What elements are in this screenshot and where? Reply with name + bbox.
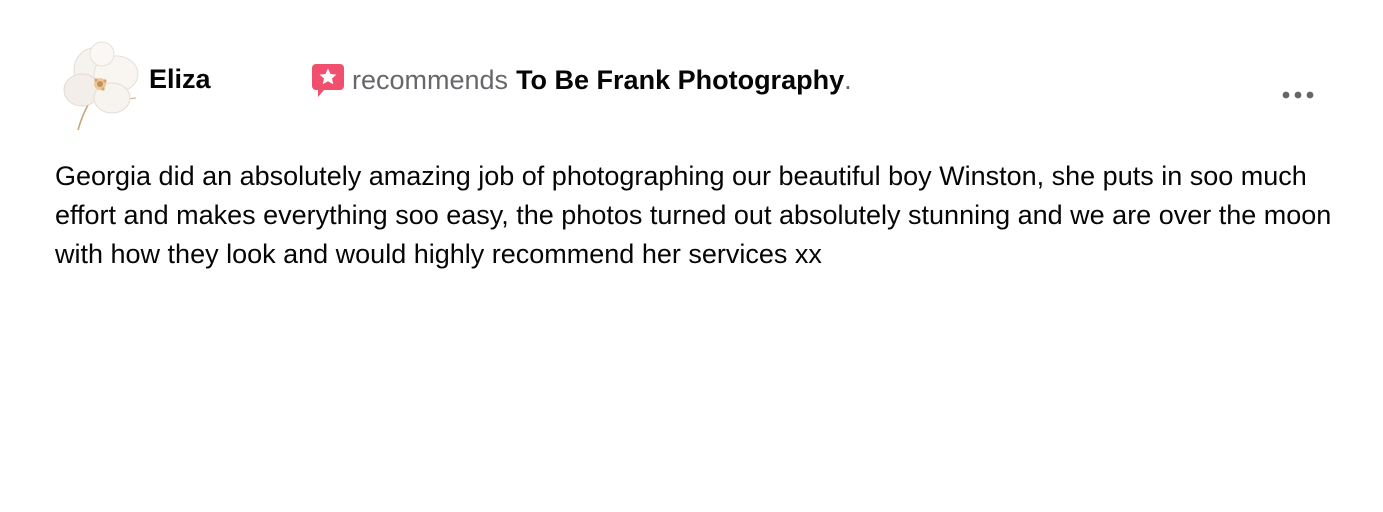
recommends-verb: recommends <box>352 65 509 95</box>
more-options-button[interactable] <box>1276 80 1320 110</box>
recommendation-period: . <box>844 65 852 95</box>
flower-avatar-icon <box>63 41 139 131</box>
ellipsis-icon <box>1282 91 1314 99</box>
author-name[interactable]: Eliza <box>149 62 211 96</box>
post-body-text: Georgia did an absolutely amazing job of… <box>55 161 1332 269</box>
recommendation-line: recommends To Be Frank Photography . <box>312 62 852 98</box>
recommendation-post: Eliza recommends To Be Frank Photography… <box>0 0 1383 512</box>
page-name-link[interactable]: To Be Frank Photography <box>516 63 844 97</box>
avatar[interactable] <box>58 40 142 132</box>
star-speech-bubble-icon <box>312 64 344 98</box>
